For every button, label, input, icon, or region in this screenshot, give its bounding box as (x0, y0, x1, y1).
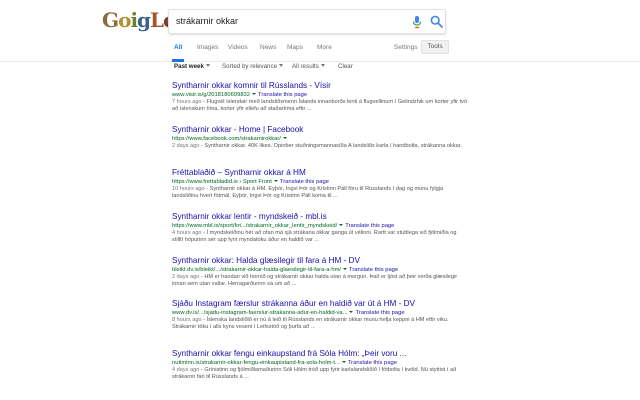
result-snippet: 4 hours ago - Í myndskeiðinu hér að ofan… (172, 230, 468, 245)
result-url: nutiminn.is/strakarnir-okkar-fengu-einka… (172, 360, 340, 366)
result-snippet-text: - HM er handan við hornið og strákarnir … (172, 274, 458, 288)
search-result: Syntharnir okkar lentir - myndskeið - mb… (172, 211, 472, 245)
result-url-line: https://www.facebook.com/strakarnirokkar… (172, 135, 472, 143)
search-header: GoigLe strákarnir okkar All Images Video… (0, 0, 640, 62)
result-snippet: 4 days ago - Grínistinn og fjölmiðlamaðu… (172, 367, 468, 382)
search-result: Syntharnir okkar komnir til Rússlands - … (172, 80, 472, 114)
results-filter-label: All results (292, 63, 319, 70)
logo-letter: o (118, 8, 131, 32)
active-tab-indicator (172, 59, 184, 62)
tab-maps[interactable]: Maps (287, 44, 303, 51)
translate-link[interactable]: Translate this page (349, 267, 398, 273)
result-date: 8 hours ago (172, 317, 202, 323)
logo-letter: L (150, 8, 164, 32)
chevron-down-icon[interactable] (341, 361, 346, 363)
filter-bar: Past week Sorted by relevance All result… (172, 63, 472, 77)
result-date: 7 hours ago (172, 99, 202, 105)
sort-filter-label: Sorted by relevance (222, 63, 278, 70)
result-date: 4 hours ago (172, 230, 202, 236)
result-url-line: https://www.mbl.is/sport/fot.../strakarn… (172, 222, 472, 230)
translate-link[interactable]: Translate this page (345, 223, 394, 229)
result-url-line: www.visir.is/g/2018180609832 Translate th… (172, 91, 472, 99)
time-filter-label: Past week (174, 63, 204, 70)
tools-button[interactable]: Tools (421, 40, 449, 54)
magnifier-icon[interactable] (430, 15, 443, 28)
result-date: 10 hours ago (172, 186, 205, 192)
result-title[interactable]: Syntharnir okkar - Home | Facebook (172, 124, 472, 135)
result-title[interactable]: Syntharnir okkar komnir til Rússlands - … (172, 80, 472, 91)
result-snippet: 2 days ago - HM er handan við hornið og … (172, 274, 468, 289)
logo-letter: g (137, 8, 151, 32)
chevron-down-icon[interactable] (273, 180, 278, 182)
results-filter[interactable]: All results (292, 63, 325, 70)
result-url: www.dv.is/.../sjadu-instagram-faerslur-s… (172, 310, 348, 316)
tab-videos[interactable]: Videos (228, 44, 248, 51)
tab-news[interactable]: News (260, 44, 276, 51)
chevron-down-icon[interactable] (252, 93, 256, 95)
result-url: bleikt.dv.is/bleikt/.../strakarnir-okkar… (172, 267, 342, 273)
search-result: Sjáðu Instagram færslur strákanna áður e… (172, 298, 472, 332)
search-result: Syntharnir okkar: Halda glæsilegir til f… (172, 255, 472, 289)
logo[interactable]: GoigLe (102, 8, 176, 32)
result-date: 2 days ago (172, 143, 200, 149)
mic-icon[interactable] (411, 15, 423, 29)
chevron-down-icon (279, 64, 284, 67)
search-tabs: All Images Videos News Maps More (172, 42, 462, 62)
result-snippet: 10 hours ago - Syntharnir okkar á HM. Ey… (172, 186, 468, 201)
chevron-down-icon[interactable] (343, 268, 348, 270)
result-title[interactable]: Syntharnir okkar: Halda glæsilegir til f… (172, 255, 472, 266)
tab-all[interactable]: All (174, 44, 182, 51)
result-snippet-text: - Grínistinn og fjölmiðlamaðurinn Sóli H… (172, 367, 457, 381)
translate-link[interactable]: Translate this page (348, 360, 397, 366)
result-snippet-text: - Syntharnir okkar á HM. Eyþór, Ingvi Þó… (172, 186, 444, 200)
translate-link[interactable]: Translate this page (355, 310, 404, 316)
search-result: Syntharnir okkar - Home | Facebook https… (172, 124, 472, 150)
result-title[interactable]: Syntharnir okkar fengu einkaupstand frá … (172, 348, 472, 359)
logo-letter: G (102, 8, 119, 32)
result-snippet-text: - Flugvél íslendair með landsliðsmenn Ís… (172, 99, 468, 113)
result-title[interactable]: Fréttablaðið – Syntharnir okkar á HM (172, 167, 472, 178)
result-snippet: 7 hours ago - Flugvél íslendair með land… (172, 99, 468, 114)
chevron-down-icon[interactable] (339, 224, 344, 226)
result-title[interactable]: Syntharnir okkar lentir - myndskeið - mb… (172, 211, 472, 222)
result-url: https://www.mbl.is/sport/fot.../strakarn… (172, 223, 338, 229)
search-query[interactable]: strákarnir okkar (176, 16, 238, 26)
tab-more[interactable]: More (317, 44, 332, 51)
result-date: 2 days ago (172, 274, 200, 280)
chevron-down-icon[interactable] (282, 137, 287, 139)
time-filter[interactable]: Past week (174, 63, 210, 70)
result-url-line: www.dv.is/.../sjadu-instagram-faerslur-s… (172, 309, 472, 317)
search-result: Fréttablaðið – Syntharnir okkar á HM htt… (172, 167, 472, 201)
result-url-line: nutiminn.is/strakarnir-okkar-fengu-einka… (172, 359, 472, 367)
result-url: https://www.frettabladid.is › Sport Fron… (172, 179, 272, 185)
tab-images[interactable]: Images (197, 44, 218, 51)
result-title[interactable]: Sjáðu Instagram færslur strákanna áður e… (172, 298, 472, 309)
result-url: https://www.facebook.com/strakarnirokkar… (172, 136, 281, 142)
clear-filter[interactable]: Clear (338, 63, 353, 70)
result-snippet-text: - Íslenska landsliðið er nú á leið til R… (172, 317, 449, 331)
settings-link[interactable]: Settings (394, 44, 418, 51)
chevron-down-icon (320, 64, 325, 67)
result-url: www.visir.is/g/2018180609832 (172, 92, 250, 98)
result-snippet-text: - Í myndskeiðinu hér að ofan má sjá strá… (172, 230, 457, 244)
search-input[interactable]: strákarnir okkar (168, 9, 446, 34)
chevron-down-icon[interactable] (349, 311, 354, 313)
result-url-line: bleikt.dv.is/bleikt/.../strakarnir-okkar… (172, 266, 472, 274)
result-snippet: 2 days ago - Syntharnir okkar. 40K likes… (172, 143, 468, 150)
chevron-down-icon (205, 64, 210, 67)
result-url-line: https://www.frettabladid.is › Sport Fron… (172, 178, 472, 186)
translate-link[interactable]: Translate this page (258, 92, 307, 98)
sort-filter[interactable]: Sorted by relevance (222, 63, 284, 70)
result-snippet: 8 hours ago - Íslenska landsliðið er nú … (172, 317, 468, 332)
search-result: Syntharnir okkar fengu einkaupstand frá … (172, 348, 472, 382)
result-snippet-text: - Syntharnir okkar. 40K likes. Opinber s… (199, 143, 462, 149)
result-date: 4 days ago (172, 367, 200, 373)
translate-link[interactable]: Translate this page (280, 179, 329, 185)
